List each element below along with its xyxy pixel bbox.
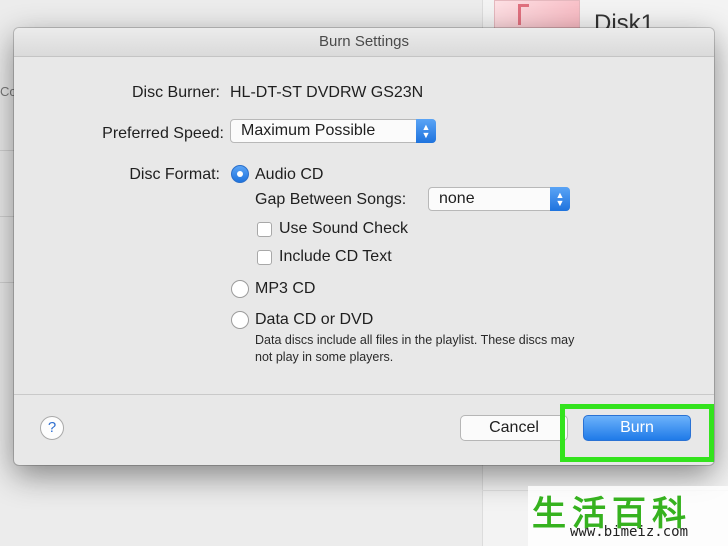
audio-cd-label: Audio CD <box>255 166 324 183</box>
use-sound-check-checkbox[interactable] <box>257 222 272 237</box>
use-sound-check-label: Use Sound Check <box>279 220 408 237</box>
sidebar-divider <box>0 216 14 217</box>
disc-format-label: Disc Format: <box>129 166 220 183</box>
data-cd-dvd-label: Data CD or DVD <box>255 311 374 328</box>
music-note-icon <box>518 4 529 25</box>
preferred-speed-label: Preferred Speed: <box>102 125 224 142</box>
audio-cd-radio[interactable] <box>231 165 249 183</box>
include-cd-text-checkbox[interactable] <box>257 250 272 265</box>
cancel-button[interactable]: Cancel <box>460 415 568 441</box>
gap-between-songs-select[interactable]: none ▲ ▼ <box>428 187 570 211</box>
watermark: 生活百科 www.bimeiz.com <box>528 486 728 546</box>
sidebar-divider <box>0 150 14 151</box>
burn-button-highlight <box>560 404 714 462</box>
mp3-cd-label: MP3 CD <box>255 280 316 297</box>
preferred-speed-value: Maximum Possible <box>241 122 376 139</box>
data-cd-dvd-radio[interactable] <box>231 311 249 329</box>
disc-burner-value: HL-DT-ST DVDRW GS23N <box>230 84 424 101</box>
footer-divider <box>14 394 714 395</box>
preferred-speed-select[interactable]: Maximum Possible ▲ ▼ <box>230 119 436 143</box>
updown-arrow-icon: ▲ ▼ <box>550 187 570 211</box>
help-button[interactable]: ? <box>40 416 64 440</box>
watermark-url: www.bimeiz.com <box>570 524 689 540</box>
mp3-cd-radio[interactable] <box>231 280 249 298</box>
sidebar-divider <box>0 282 14 283</box>
gap-between-songs-value: none <box>439 190 475 207</box>
disc-burner-label: Disc Burner: <box>131 84 220 101</box>
data-disc-note: Data discs include all files in the play… <box>255 333 575 364</box>
burn-settings-dialog: Burn Settings Disc Burner: HL-DT-ST DVDR… <box>14 28 714 465</box>
dialog-title: Burn Settings <box>14 28 714 57</box>
sidebar-partial-text: Co <box>0 84 14 99</box>
include-cd-text-label: Include CD Text <box>279 248 392 265</box>
updown-arrow-icon: ▲ ▼ <box>416 119 436 143</box>
gap-between-songs-label: Gap Between Songs: <box>255 191 407 208</box>
